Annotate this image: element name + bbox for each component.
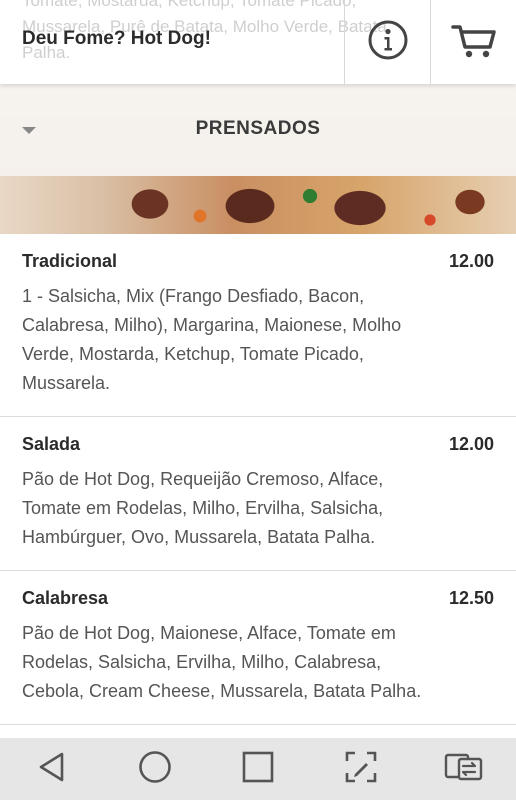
back-icon — [37, 751, 67, 788]
info-icon — [367, 19, 409, 66]
screen-switch-button[interactable] — [434, 744, 494, 794]
menu-item[interactable]: Tradicional 12.00 1 - Salsicha, Mix (Fra… — [0, 234, 516, 417]
item-price: 12.00 — [448, 251, 494, 271]
recents-button[interactable] — [228, 744, 288, 794]
item-description: 1 - Salsicha, Mix (Frango Desfiado, Baco… — [22, 286, 402, 393]
item-description: Pão de Hot Dog, Maionese, Alface, Tomate… — [22, 623, 422, 701]
cart-button[interactable] — [430, 0, 516, 84]
back-button[interactable] — [22, 744, 82, 794]
screenshot-edit-button[interactable] — [331, 744, 391, 794]
menu-item[interactable]: Calabresa 12.50 Pão de Hot Dog, Maionese… — [0, 571, 516, 725]
item-name: Calabresa — [22, 588, 109, 608]
item-price: 12.00 — [448, 434, 494, 454]
item-description: Pão de Hot Dog, Requeijão Cremoso, Alfac… — [22, 469, 384, 547]
screen-switch-icon — [444, 751, 484, 788]
app-header: Tomate, Mostarda, Ketchup, Tomate Picado… — [0, 0, 516, 84]
menu-list: Tradicional 12.00 1 - Salsicha, Mix (Fra… — [0, 234, 516, 725]
screenshot-edit-icon — [344, 750, 378, 789]
recents-icon — [241, 750, 275, 789]
category-header[interactable]: PRENSADOS — [0, 84, 516, 176]
category-title: PRENSADOS — [195, 118, 321, 139]
home-button[interactable] — [125, 744, 185, 794]
system-nav-bar — [0, 738, 516, 800]
item-price: 12.50 — [448, 588, 494, 608]
info-button[interactable] — [344, 0, 431, 84]
app-title: Deu Fome? Hot Dog! — [22, 28, 211, 49]
menu-item[interactable]: Salada 12.00 Pão de Hot Dog, Requeijão C… — [0, 417, 516, 571]
category-food-image — [0, 176, 516, 234]
item-name: Tradicional — [22, 251, 118, 271]
cart-icon — [450, 19, 498, 66]
home-icon — [138, 750, 172, 789]
item-name: Salada — [22, 434, 81, 454]
